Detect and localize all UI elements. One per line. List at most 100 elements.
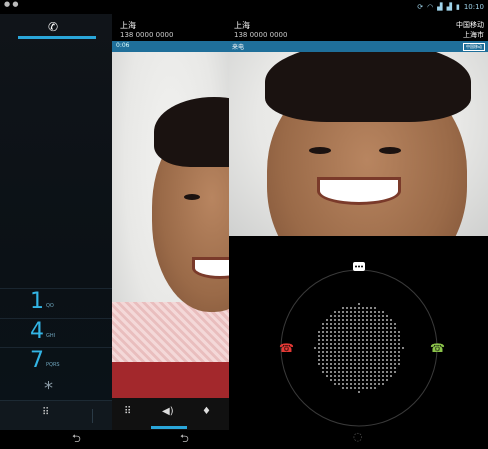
glow-dot [378, 359, 380, 361]
glow-dot [370, 387, 372, 389]
glow-dot [338, 315, 340, 317]
glow-dot [362, 315, 364, 317]
glow-dot [338, 343, 340, 345]
dialpad-key-4[interactable]: 4 GHI [0, 318, 112, 347]
glow-dot [366, 355, 368, 357]
glow-dot [370, 355, 372, 357]
home-icon[interactable]: ◌ [353, 430, 363, 443]
glow-dot [362, 347, 364, 349]
glow-dot [334, 343, 336, 345]
glow-dot [330, 367, 332, 369]
glow-dot [334, 311, 336, 313]
decline-icon[interactable]: ☎ [279, 341, 294, 355]
glow-dot [362, 331, 364, 333]
glow-dot [346, 339, 348, 341]
glow-dot [330, 319, 332, 321]
dialpad-icon[interactable]: ⠿ [124, 406, 131, 417]
glow-dot [330, 323, 332, 325]
caller-photo-right [229, 52, 488, 236]
glow-dot [350, 335, 352, 337]
glow-dot [358, 367, 360, 369]
glow-dot [322, 339, 324, 341]
control-indicator [151, 426, 187, 429]
glow-dot [370, 319, 372, 321]
glow-dot [374, 339, 376, 341]
signal-icon-2: ▟ [446, 3, 452, 11]
tab-phone[interactable]: ✆ [0, 14, 112, 42]
glow-dot [354, 355, 356, 357]
glow-dot [378, 351, 380, 353]
glow-dot [338, 331, 340, 333]
call-on-hold-area[interactable] [112, 362, 229, 398]
glow-dot [358, 315, 360, 317]
glow-dot [378, 379, 380, 381]
glow-dot [374, 359, 376, 361]
glow-dot [354, 379, 356, 381]
glow-dot [354, 367, 356, 369]
glow-dot [338, 311, 340, 313]
glow-dot [350, 375, 352, 377]
glow-dot [386, 343, 388, 345]
message-icon[interactable] [353, 262, 365, 271]
glow-dot [338, 319, 340, 321]
glow-dot [346, 311, 348, 313]
glow-dot [334, 315, 336, 317]
glow-dot [350, 331, 352, 333]
glow-dot [334, 379, 336, 381]
glow-dot [394, 335, 396, 337]
glow-dot [338, 351, 340, 353]
glow-dot [346, 327, 348, 329]
glow-dot [370, 311, 372, 313]
glow-dot [346, 319, 348, 321]
glow-dot [390, 367, 392, 369]
glow-dot [366, 367, 368, 369]
glow-dot [374, 383, 376, 385]
glow-dot [378, 371, 380, 373]
dialpad-key-7[interactable]: 7 PQRS [0, 347, 112, 376]
glow-dot [322, 359, 324, 361]
dialpad-icon[interactable]: ⠿ [42, 407, 50, 418]
glow-pad-dots [314, 303, 404, 393]
dialpad-key-star[interactable]: * [44, 378, 53, 399]
glow-dot [382, 375, 384, 377]
glow-dot [366, 339, 368, 341]
glow-dot [350, 379, 352, 381]
glow-dot [358, 391, 360, 393]
glow-dot [358, 331, 360, 333]
navigation-bar: ⮌ ⮌ ◌ [0, 430, 488, 447]
glow-dot [374, 319, 376, 321]
glow-dot [366, 347, 368, 349]
glow-dot [322, 347, 324, 349]
glow-dot [322, 331, 324, 333]
glow-dot [382, 331, 384, 333]
glow-dot [370, 323, 372, 325]
svg-text:☎: ☎ [430, 341, 445, 355]
dialpad-key-1[interactable]: 1 QO [0, 288, 112, 317]
glow-dot [382, 327, 384, 329]
glow-dot [326, 331, 328, 333]
glow-dot [362, 359, 364, 361]
glow-dot [338, 379, 340, 381]
glow-dot [334, 367, 336, 369]
glow-dot [382, 371, 384, 373]
back-icon[interactable]: ⮌ [72, 430, 81, 449]
glow-dot [334, 327, 336, 329]
glow-dot [366, 307, 368, 309]
glow-dot [358, 339, 360, 341]
glow-dot [342, 379, 344, 381]
glow-dot [318, 347, 320, 349]
answer-icon[interactable]: ☎ [430, 341, 445, 355]
mute-microphone-icon[interactable]: ♦ [202, 406, 211, 417]
back-icon-2[interactable]: ⮌ [180, 430, 189, 449]
status-time: 10:10 [463, 3, 484, 11]
glow-dot [354, 343, 356, 345]
glow-dot [382, 319, 384, 321]
glow-dot [358, 355, 360, 357]
glow-dot [350, 387, 352, 389]
speaker-icon[interactable]: ◀) [162, 406, 174, 417]
glow-dot [362, 327, 364, 329]
glow-dot [390, 327, 392, 329]
glow-dot [330, 335, 332, 337]
glow-dot [342, 319, 344, 321]
glow-dot [374, 367, 376, 369]
